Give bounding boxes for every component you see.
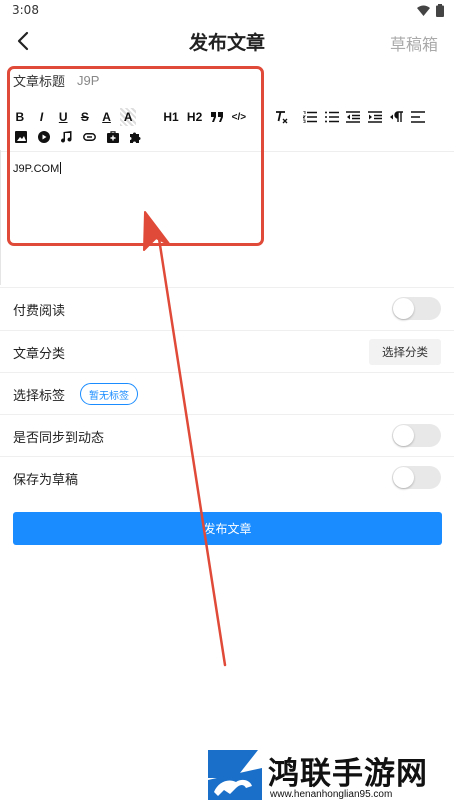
paid-reading-row: 付费阅读 xyxy=(0,287,454,329)
outdent-icon xyxy=(346,111,361,123)
choose-category-button[interactable]: 选择分类 xyxy=(369,339,441,365)
status-icons xyxy=(417,4,444,17)
watermark-url: www.henanhonglian95.com xyxy=(270,789,393,800)
no-tags-pill[interactable]: 暂无标签 xyxy=(80,383,138,405)
text-direction-icon xyxy=(389,111,403,122)
unordered-list-button[interactable] xyxy=(324,108,340,126)
ordered-list-icon xyxy=(302,111,317,123)
plugin-button[interactable] xyxy=(127,128,144,146)
watermark-logo xyxy=(206,748,264,802)
paid-reading-toggle[interactable] xyxy=(392,297,441,320)
text-direction-button[interactable] xyxy=(389,108,405,126)
editor-content[interactable]: J9P.COM xyxy=(13,162,62,175)
battery-icon xyxy=(436,4,444,17)
toolbar-row-2 xyxy=(12,127,432,147)
nav-bar: 发布文章 草稿箱 xyxy=(0,22,454,62)
align-left-button[interactable] xyxy=(410,108,426,126)
page-title: 发布文章 xyxy=(188,32,265,54)
toggle-knob xyxy=(393,425,414,446)
category-row: 文章分类 选择分类 xyxy=(0,330,454,372)
sync-feed-label: 是否同步到动态 xyxy=(13,431,105,446)
publish-button[interactable]: 发布文章 xyxy=(13,512,442,545)
toggle-knob xyxy=(393,467,414,488)
link-icon xyxy=(83,133,96,141)
tags-label: 选择标签 xyxy=(13,389,66,404)
article-title-input[interactable]: J9P xyxy=(77,73,99,88)
align-left-icon xyxy=(411,111,426,123)
watermark-title: 鸿联手游网 xyxy=(268,756,428,792)
status-time: 3:08 xyxy=(12,3,39,17)
paid-reading-label: 付费阅读 xyxy=(13,304,66,319)
code-button[interactable]: </> xyxy=(231,108,247,126)
bold-button[interactable]: B xyxy=(12,108,28,126)
editor-divider xyxy=(0,151,454,152)
italic-button[interactable]: I xyxy=(34,108,50,126)
insert-video-button[interactable] xyxy=(35,128,52,146)
article-title-label: 文章标题 xyxy=(13,74,66,90)
insert-link-button[interactable] xyxy=(81,128,98,146)
sync-feed-row: 是否同步到动态 xyxy=(0,414,454,456)
article-title-row[interactable]: 文章标题 J9P xyxy=(13,70,99,90)
text-caret xyxy=(60,162,62,174)
tags-row: 选择标签 暂无标签 xyxy=(0,372,454,414)
wifi-icon xyxy=(417,5,430,16)
editor-text: J9P.COM xyxy=(13,163,60,175)
quote-button[interactable] xyxy=(209,108,225,126)
draft-box-link[interactable]: 草稿箱 xyxy=(390,31,438,55)
quote-icon xyxy=(211,112,224,122)
insert-attachment-button[interactable] xyxy=(104,128,121,146)
insert-image-button[interactable] xyxy=(12,128,29,146)
indent-button[interactable] xyxy=(367,108,383,126)
toolbar-row-1: B I U S A A H1 H2 </> xyxy=(12,107,432,127)
music-note-icon xyxy=(60,131,72,143)
clear-format-icon xyxy=(275,111,288,124)
background-color-button[interactable]: A xyxy=(120,108,137,126)
indent-icon xyxy=(367,111,382,123)
unordered-list-icon xyxy=(324,111,339,123)
save-draft-label: 保存为草稿 xyxy=(13,473,79,488)
editor-toolbar: B I U S A A H1 H2 </> xyxy=(12,107,432,147)
category-label: 文章分类 xyxy=(13,347,66,362)
save-draft-toggle[interactable] xyxy=(392,466,441,489)
editor-border xyxy=(0,150,1,285)
site-watermark: 鸿联手游网 www.henanhonglian95.com xyxy=(206,748,446,804)
ordered-list-button[interactable] xyxy=(302,108,318,126)
outdent-button[interactable] xyxy=(345,108,361,126)
toggle-knob xyxy=(393,298,414,319)
underline-button[interactable]: U xyxy=(55,108,71,126)
font-color-button[interactable]: A xyxy=(99,108,115,126)
insert-audio-button[interactable] xyxy=(58,128,75,146)
heading-1-button[interactable]: H1 xyxy=(162,108,180,126)
image-icon xyxy=(14,131,27,143)
puzzle-icon xyxy=(130,132,141,143)
annotation-highlight-box xyxy=(7,66,264,246)
clear-format-button[interactable] xyxy=(273,108,289,126)
briefcase-plus-icon xyxy=(106,131,119,143)
sync-feed-toggle[interactable] xyxy=(392,424,441,447)
heading-2-button[interactable]: H2 xyxy=(186,108,204,126)
play-icon xyxy=(37,131,50,143)
strikethrough-button[interactable]: S xyxy=(77,108,93,126)
status-bar: 3:08 xyxy=(0,0,454,22)
save-draft-row: 保存为草稿 xyxy=(0,456,454,498)
